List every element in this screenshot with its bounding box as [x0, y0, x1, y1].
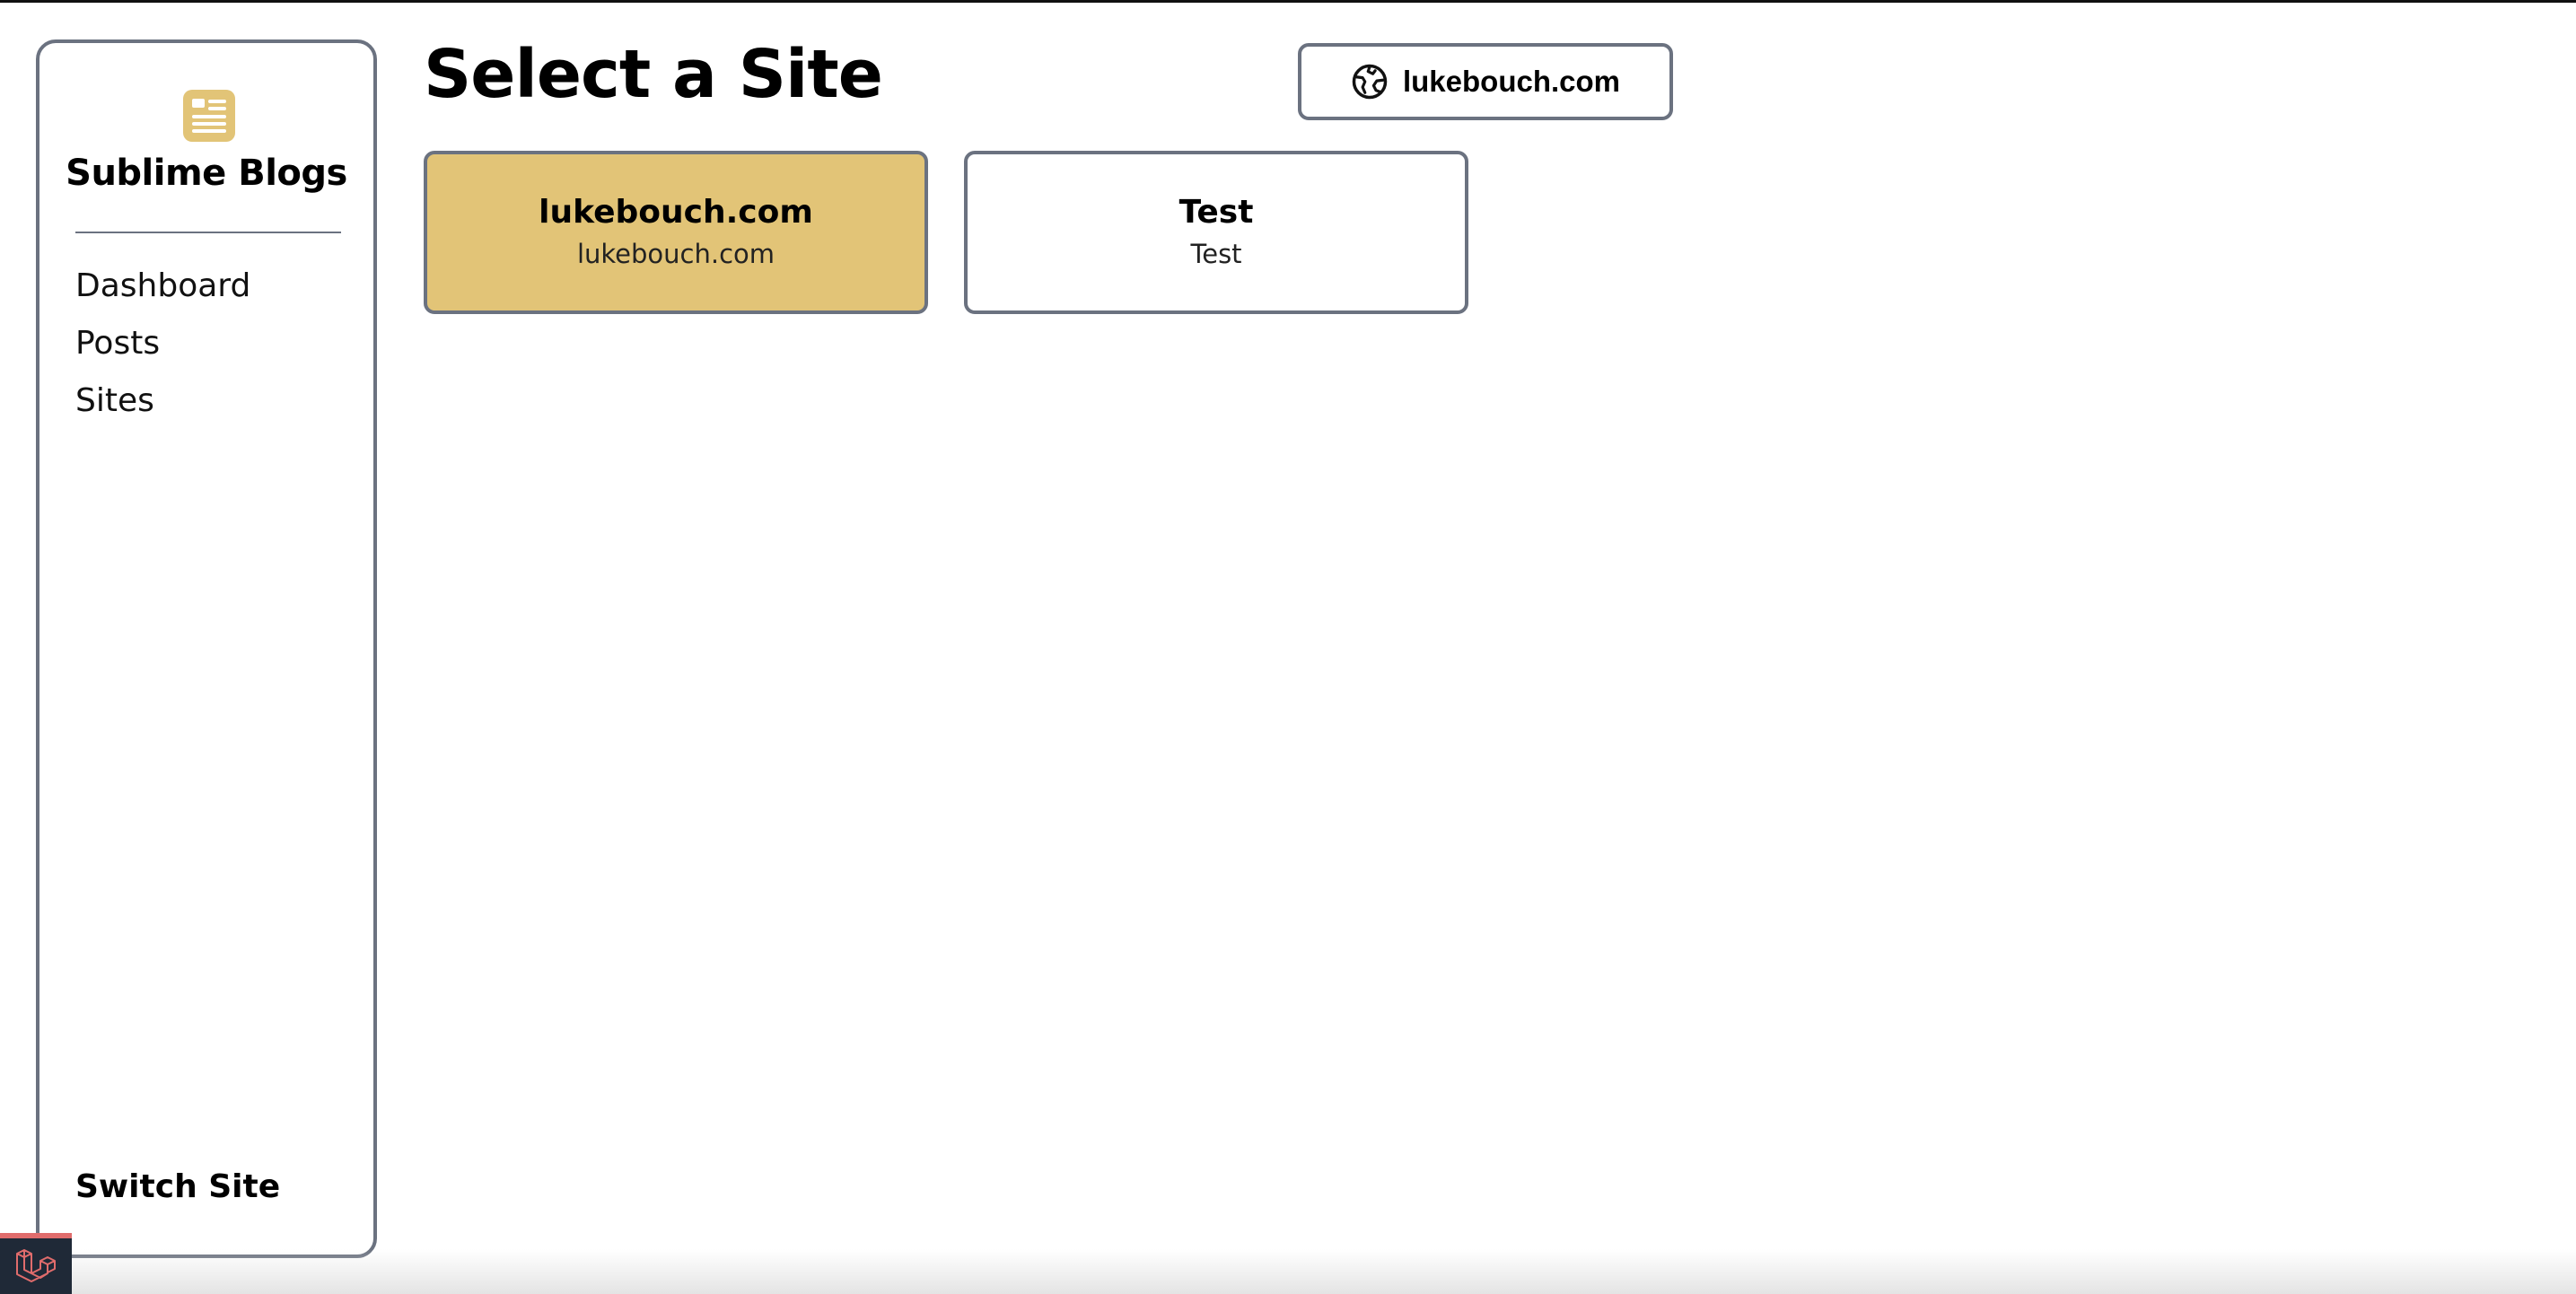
- globe-icon: [1352, 64, 1388, 100]
- site-card-name: Test: [1178, 194, 1254, 231]
- site-card-domain: Test: [1190, 239, 1242, 269]
- page-title: Select a Site: [424, 36, 883, 113]
- laravel-logo-icon: [16, 1249, 56, 1282]
- sidebar-item-sites[interactable]: Sites: [75, 382, 154, 419]
- debug-toolbar-toggle[interactable]: [0, 1233, 72, 1294]
- sidebar-item-dashboard[interactable]: Dashboard: [75, 267, 250, 304]
- top-border: [0, 0, 2576, 3]
- sidebar: Sublime Blogs Dashboard Posts Sites Swit…: [36, 39, 377, 1258]
- site-card-name: lukebouch.com: [539, 194, 813, 231]
- current-site-label: lukebouch.com: [1402, 65, 1621, 98]
- newspaper-icon: [183, 90, 235, 142]
- switch-site-link[interactable]: Switch Site: [75, 1168, 280, 1205]
- sidebar-item-posts[interactable]: Posts: [75, 325, 160, 362]
- current-site-button[interactable]: lukebouch.com: [1298, 43, 1673, 120]
- brand-name: Sublime Blogs: [66, 153, 347, 194]
- sidebar-divider: [75, 232, 341, 233]
- bottom-shadow: [36, 1249, 2576, 1294]
- site-card[interactable]: Test Test: [964, 151, 1468, 314]
- site-card-domain: lukebouch.com: [576, 239, 775, 269]
- site-card-selected[interactable]: lukebouch.com lukebouch.com: [424, 151, 928, 314]
